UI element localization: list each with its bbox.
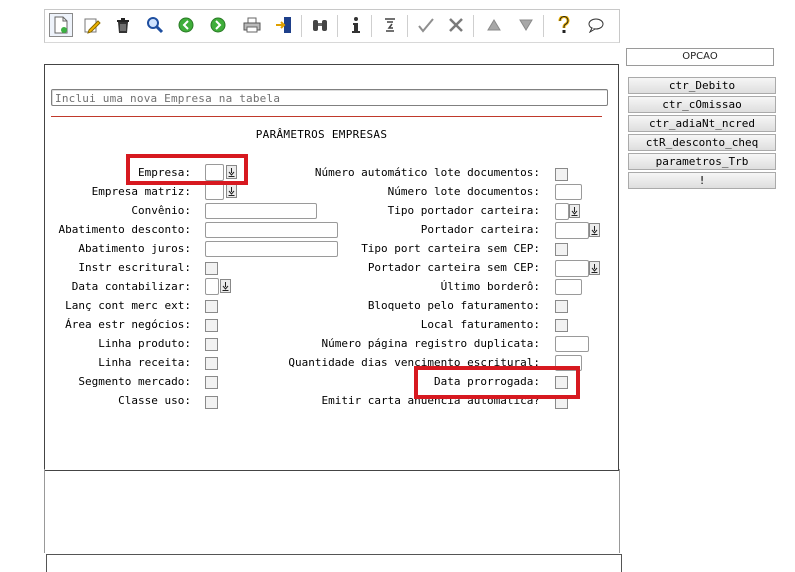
linha-receita-checkbox[interactable]: [205, 357, 218, 370]
bloqueto-faturamento-checkbox[interactable]: [555, 300, 568, 313]
down-arrow-icon[interactable]: [589, 223, 600, 237]
back-green-icon[interactable]: [175, 14, 197, 36]
data-contabilizar-field[interactable]: [205, 278, 219, 295]
linha-produto-checkbox[interactable]: [205, 338, 218, 351]
label-local-faturamento: Local faturamento:: [420, 318, 540, 331]
portador-carteira-field[interactable]: [555, 222, 589, 239]
label-numero-automatico-lote: Número automático lote documentos:: [314, 166, 540, 179]
tipo-portador-carteira-dropdown[interactable]: [555, 203, 581, 220]
label-portador-carteira: Portador carteira:: [420, 223, 540, 236]
opcao-header: OPCAO: [626, 48, 774, 66]
abatimento-desconto-input[interactable]: [205, 222, 338, 238]
empresa-matriz-dropdown[interactable]: [205, 183, 237, 200]
binoculars-icon[interactable]: [309, 14, 331, 36]
local-faturamento-checkbox[interactable]: [555, 319, 568, 332]
abatimento-juros-input[interactable]: [205, 241, 338, 257]
speech-bubble-icon[interactable]: [585, 14, 607, 36]
area-estr-negocios-checkbox[interactable]: [205, 319, 218, 332]
convenio-input[interactable]: [205, 203, 317, 219]
down-arrow-icon[interactable]: [220, 279, 231, 293]
down-arrow-icon[interactable]: [226, 184, 237, 198]
label-abatimento-juros: Abatimento juros:: [78, 242, 191, 255]
down-arrow-icon[interactable]: [589, 261, 600, 275]
segmento-mercado-checkbox[interactable]: [205, 376, 218, 389]
label-portador-carteira-sem-cep: Portador carteira sem CEP:: [367, 261, 540, 274]
bottom-frame: [46, 554, 622, 572]
triangle-up-icon[interactable]: [483, 14, 505, 36]
status-message-field: Inclui uma nova Empresa na tabela: [51, 89, 608, 106]
label-tipo-portador-carteira: Tipo portador carteira:: [387, 204, 540, 217]
label-instr-escritural: Instr escritural:: [78, 261, 191, 274]
forward-green-icon[interactable]: [207, 14, 229, 36]
check-icon[interactable]: [415, 14, 437, 36]
data-contabilizar-dropdown[interactable]: [205, 278, 231, 295]
toolbar-separator: [543, 15, 544, 37]
toolbar-separator: [407, 15, 408, 37]
tipo-portador-carteira-field[interactable]: [555, 203, 569, 220]
toolbar-separator: [371, 15, 372, 37]
new-document-icon[interactable]: [49, 13, 73, 37]
option-parametros-trb[interactable]: parametros_Trb: [628, 153, 776, 170]
triangle-down-icon[interactable]: [515, 14, 537, 36]
portador-carteira-dropdown[interactable]: [555, 222, 601, 239]
label-linha-produto: Linha produto:: [98, 337, 191, 350]
toolbar-separator: [473, 15, 474, 37]
label-numero-lote-documentos: Número lote documentos:: [387, 185, 540, 198]
option-ctr-desconto-cheq[interactable]: ctR_desconto_cheq: [628, 134, 776, 151]
classe-uso-checkbox[interactable]: [205, 396, 218, 409]
label-area-estr-negocios: Área estr negócios:: [65, 318, 191, 331]
label-bloqueto-faturamento: Bloqueto pelo faturamento:: [367, 299, 540, 312]
lanc-cont-merc-ext-checkbox[interactable]: [205, 300, 218, 313]
label-linha-receita: Linha receita:: [98, 356, 191, 369]
label-segmento-mercado: Segmento mercado:: [78, 375, 191, 388]
numero-pagina-registro-input[interactable]: [555, 336, 589, 352]
option-ctr-adiant-ncred[interactable]: ctr_adiaNt_ncred: [628, 115, 776, 132]
toolbar-separator: [301, 15, 302, 37]
label-data-contabilizar: Data contabilizar:: [71, 280, 191, 293]
help-question-icon[interactable]: [553, 14, 575, 36]
tipo-port-carteira-sem-cep-checkbox[interactable]: [555, 243, 568, 256]
toolbar: [44, 9, 620, 43]
trash-icon[interactable]: [112, 14, 134, 36]
label-classe-uso: Classe uso:: [118, 394, 191, 407]
magnifier-icon[interactable]: [144, 14, 166, 36]
divider-line: [51, 116, 602, 117]
highlight-empresa: [126, 154, 248, 185]
exit-door-icon[interactable]: [273, 14, 295, 36]
edit-pencil-icon[interactable]: [81, 14, 103, 36]
label-tipo-port-carteira-sem-cep: Tipo port carteira sem CEP:: [361, 242, 540, 255]
numero-automatico-lote-checkbox[interactable]: [555, 168, 568, 181]
toolbar-separator: [337, 15, 338, 37]
form-title: PARÂMETROS EMPRESAS: [255, 128, 388, 141]
portador-carteira-sem-cep-field[interactable]: [555, 260, 589, 277]
info-icon[interactable]: [345, 14, 367, 36]
lower-frame: [44, 469, 620, 553]
label-ultimo-bordero: Último borderô:: [440, 280, 540, 293]
option-ctr-debito[interactable]: ctr_Debito: [628, 77, 776, 94]
option-exclamation[interactable]: !: [628, 172, 776, 189]
sigma-icon[interactable]: [379, 14, 401, 36]
label-numero-pagina-registro: Número página registro duplicata:: [321, 337, 540, 350]
label-convenio: Convênio:: [131, 204, 191, 217]
instr-escritural-checkbox[interactable]: [205, 262, 218, 275]
down-arrow-icon[interactable]: [569, 204, 580, 218]
ultimo-bordero-input[interactable]: [555, 279, 582, 295]
label-abatimento-desconto: Abatimento desconto:: [58, 223, 191, 236]
numero-lote-documentos-input[interactable]: [555, 184, 582, 200]
portador-carteira-sem-cep-dropdown[interactable]: [555, 260, 601, 277]
option-ctr-comissao[interactable]: ctr_cOmissao: [628, 96, 776, 113]
scissors-icon[interactable]: [445, 14, 467, 36]
highlight-data-prorrogada: [414, 366, 580, 399]
label-empresa-matriz: Empresa matriz:: [91, 185, 191, 198]
empresa-matriz-field[interactable]: [205, 183, 224, 200]
label-lanc-cont-merc-ext: Lanç cont merc ext:: [65, 299, 191, 312]
printer-icon[interactable]: [241, 14, 263, 36]
